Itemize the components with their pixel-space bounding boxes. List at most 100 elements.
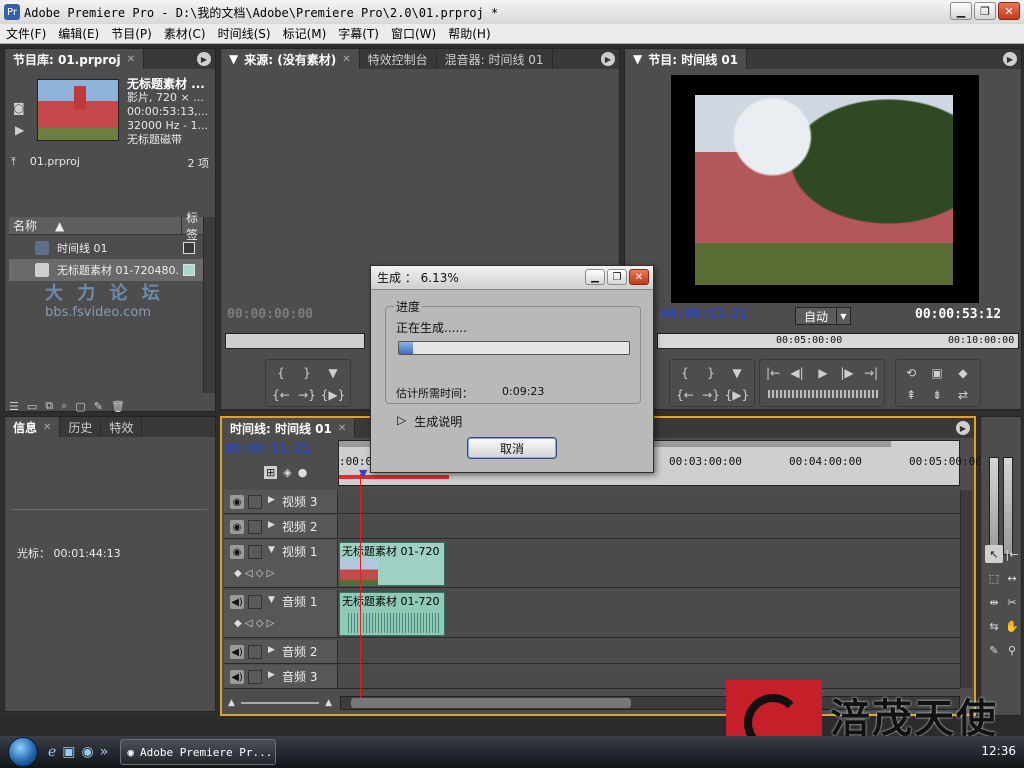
safe-margins-icon[interactable]: ▣	[926, 364, 948, 382]
list-item[interactable]: 无标题素材 01-720480.	[9, 259, 205, 281]
dialog-close-button[interactable]: ✕	[629, 269, 649, 285]
list-view-icon[interactable]: ☰	[9, 400, 19, 413]
tab-effect-controls[interactable]: 特效控制台	[360, 49, 437, 69]
timeline-playhead[interactable]	[360, 474, 361, 698]
eye-icon[interactable]: ◉	[230, 545, 244, 559]
taskbar-app-button[interactable]: ◉ Adobe Premiere Pr...	[120, 739, 277, 765]
video-clip[interactable]: 无标题素材 01-720	[339, 542, 445, 586]
trim-icon[interactable]: ⇄	[952, 386, 974, 404]
close-icon[interactable]: ✕	[127, 54, 135, 65]
speaker-icon[interactable]: ◀)	[230, 645, 244, 659]
scroll-thumb[interactable]	[351, 698, 631, 708]
program-current-timecode[interactable]: 00:00:11:21	[661, 307, 747, 322]
cancel-button[interactable]: 取消	[467, 437, 557, 459]
tab-effects[interactable]: 特效	[101, 417, 143, 437]
selection-tool-icon[interactable]: ↖	[985, 545, 1003, 563]
loop-icon[interactable]: ⟲	[900, 364, 922, 382]
output-icon[interactable]: ◆	[952, 364, 974, 382]
show-desktop-icon[interactable]: ▣	[62, 744, 75, 760]
go-to-in-icon[interactable]: {←	[270, 386, 292, 404]
jog-shuttle-slider[interactable]	[768, 390, 878, 398]
close-icon[interactable]: ✕	[338, 423, 346, 434]
chevron-down-icon[interactable]: ▼	[633, 52, 642, 66]
column-name[interactable]: 名称	[9, 217, 37, 234]
marker-icon[interactable]: ▼	[322, 364, 344, 382]
start-button[interactable]	[8, 737, 38, 767]
minimize-button[interactable]: ▁	[950, 2, 972, 20]
go-to-in-icon[interactable]: {←	[674, 386, 696, 404]
expand-icon[interactable]: ▶	[268, 645, 275, 655]
collapse-icon[interactable]: ▼	[268, 595, 275, 605]
chevron-down-icon[interactable]: ▼	[229, 52, 238, 66]
keyframe-icon[interactable]: ◆ ◁ ◇ ▷	[234, 568, 274, 579]
premiere-app-icon[interactable]: Pr	[4, 4, 20, 20]
menu-edit[interactable]: 编辑(E)	[52, 25, 105, 42]
panel-menu-icon[interactable]: ▶	[956, 421, 970, 435]
lock-icon[interactable]	[248, 670, 262, 684]
lock-icon[interactable]	[248, 520, 262, 534]
audio-clip[interactable]: 无标题素材 01-720	[339, 592, 445, 636]
mark-in-icon[interactable]: {	[674, 364, 696, 382]
expand-icon[interactable]: ▶	[268, 520, 275, 530]
pen-icon[interactable]: ✎	[985, 641, 1003, 659]
ripple-edit-icon[interactable]: ⬚	[985, 569, 1003, 587]
close-icon[interactable]: ✕	[43, 422, 51, 433]
expand-icon[interactable]: ▶	[268, 495, 275, 505]
source-timecode[interactable]: 00:00:00:00	[227, 307, 313, 322]
close-button[interactable]: ✕	[998, 2, 1020, 20]
play-icon[interactable]: ▶	[812, 364, 834, 382]
menu-window[interactable]: 窗口(W)	[385, 25, 442, 42]
clear-icon[interactable]: 🗑	[111, 400, 125, 413]
panel-menu-icon[interactable]: ▶	[601, 52, 615, 66]
zoom-in-icon[interactable]: ▲	[325, 698, 332, 708]
collapse-icon[interactable]: ▼	[268, 545, 275, 555]
step-forward-icon[interactable]: |▶	[836, 364, 858, 382]
rate-stretch-icon[interactable]: ⇹	[985, 593, 1003, 611]
go-to-out-point-icon[interactable]: →|	[860, 364, 882, 382]
media-player-icon[interactable]: ◉	[82, 744, 94, 760]
menu-title[interactable]: 字幕(T)	[332, 25, 385, 42]
tab-program[interactable]: ▼ 节目: 时间线 01	[625, 49, 748, 69]
tab-timeline[interactable]: 时间线: 时间线 01 ✕	[222, 418, 356, 438]
play-in-to-out-icon[interactable]: {▶}	[725, 386, 750, 404]
marker-icon[interactable]: ▼	[726, 364, 748, 382]
drop-icon[interactable]: ●	[298, 466, 308, 479]
snap-icon[interactable]: ⊞	[264, 466, 278, 479]
eye-icon[interactable]: ◉	[230, 495, 244, 509]
keyframe-icon[interactable]: ◆ ◁ ◇ ▷	[234, 618, 274, 629]
lock-icon[interactable]	[248, 495, 262, 509]
lock-icon[interactable]	[248, 595, 262, 609]
hand-icon[interactable]: ✋	[1003, 617, 1021, 635]
mark-out-icon[interactable]: }	[700, 364, 722, 382]
menu-help[interactable]: 帮助(H)	[442, 25, 496, 42]
new-bin-icon[interactable]: ▢	[75, 400, 85, 413]
play-in-to-out-icon[interactable]: {▶}	[321, 386, 346, 404]
play-icon[interactable]: ▶	[15, 123, 24, 137]
internet-explorer-icon[interactable]: ℯ	[48, 744, 56, 760]
step-back-icon[interactable]: ◀|	[786, 364, 808, 382]
menu-project[interactable]: 节目(P)	[105, 25, 158, 42]
go-to-in-point-icon[interactable]: |←	[762, 364, 784, 382]
close-icon[interactable]: ✕	[342, 54, 350, 65]
timeline-timecode[interactable]: 00:00:11:21	[224, 442, 336, 458]
expand-icon[interactable]: ▶	[268, 670, 275, 680]
menu-clip[interactable]: 素材(C)	[158, 25, 212, 42]
icon-view-icon[interactable]: ▭	[27, 400, 37, 413]
go-to-out-icon[interactable]: →}	[700, 386, 722, 404]
tab-audio-mixer[interactable]: 混音器: 时间线 01	[437, 49, 553, 69]
eye-icon[interactable]: ◉	[230, 520, 244, 534]
zoom-icon[interactable]: ⚲	[1003, 641, 1021, 659]
project-scrollbar[interactable]	[203, 217, 215, 393]
zoom-slider[interactable]: ▲ ▲	[228, 698, 332, 708]
column-label[interactable]: 标签	[181, 211, 205, 242]
set-marker-icon[interactable]: ◈	[283, 466, 291, 479]
tab-history[interactable]: 历史	[60, 417, 102, 437]
track-select-icon[interactable]: |←	[1003, 545, 1021, 563]
new-item-icon[interactable]: ✎	[94, 400, 103, 413]
go-to-out-icon[interactable]: →}	[296, 386, 318, 404]
list-item[interactable]: 时间线 01	[9, 237, 205, 259]
restore-button[interactable]: ❐	[974, 2, 996, 20]
mark-in-icon[interactable]: {	[270, 364, 292, 382]
panel-menu-icon[interactable]: ▶	[197, 52, 211, 66]
program-time-ruler[interactable]: 00:05:00:00 00:10:00:00	[657, 333, 1019, 349]
